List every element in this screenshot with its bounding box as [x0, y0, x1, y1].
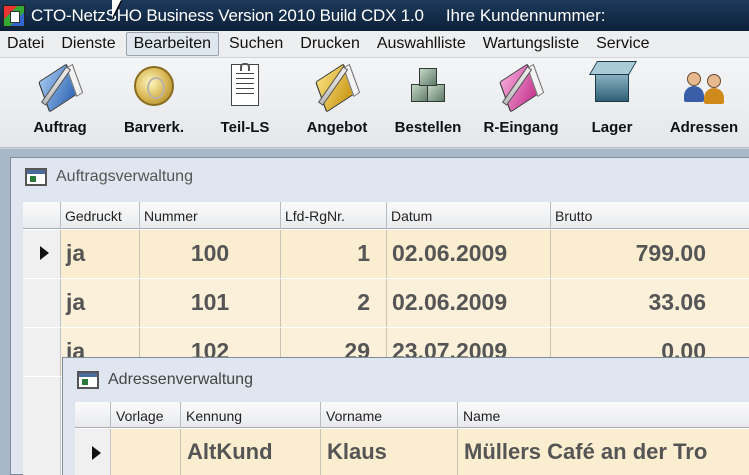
row-selector-header [23, 202, 61, 229]
address-window[interactable]: Adressenverwaltung Vorlage Kennung Vorna… [62, 357, 749, 475]
blue-book-pen-icon [35, 62, 85, 113]
column-header-brutto[interactable]: Brutto [551, 202, 749, 229]
customer-number-label: Ihre Kundennummer: [445, 5, 606, 25]
cubes-icon [403, 62, 453, 112]
column-header-nummer[interactable]: Nummer [140, 202, 281, 229]
cell-vorname[interactable]: Klaus [321, 429, 458, 475]
warehouse-box-icon [587, 62, 637, 112]
cell-nummer[interactable]: 100 [140, 230, 281, 278]
people-icon [679, 62, 729, 112]
menu-service[interactable]: Service [589, 33, 656, 55]
cell-nummer[interactable]: 101 [140, 279, 281, 327]
cell-lfd-rgnr[interactable]: 1 [281, 230, 387, 278]
menu-suchen[interactable]: Suchen [222, 33, 290, 55]
table-row[interactable]: AltKund Klaus Müllers Café an der Tro [75, 429, 749, 475]
column-header-lfd-rgnr[interactable]: Lfd-RgNr. [281, 202, 387, 229]
window-title: CTO-NetzSHO Business Version 2010 Build … [31, 5, 424, 25]
current-row-arrow-icon [92, 446, 101, 460]
row-selector[interactable] [23, 279, 61, 327]
row-selector-empty [23, 377, 61, 475]
cell-name[interactable]: Müllers Café an der Tro [458, 429, 749, 475]
current-row-arrow-icon [40, 246, 49, 260]
toolbar-label: Lager [591, 119, 633, 136]
cell-brutto[interactable]: 799.00 [551, 230, 749, 278]
column-header-datum[interactable]: Datum [387, 202, 551, 229]
toolbar-bestellen-button[interactable]: Bestellen [386, 62, 470, 136]
menu-auswahlliste[interactable]: Auswahlliste [370, 33, 473, 55]
cell-gedruckt[interactable]: ja [61, 279, 140, 327]
toolbar-label: Teil-LS [220, 119, 270, 136]
toolbar-angebot-button[interactable]: Angebot [297, 62, 377, 136]
cell-kennung[interactable]: AltKund [181, 429, 321, 475]
coin-icon [129, 62, 179, 112]
menu-drucken[interactable]: Drucken [293, 33, 367, 55]
row-selector[interactable] [75, 429, 111, 475]
table-row[interactable]: ja 101 2 02.06.2009 33.06 [23, 279, 749, 327]
menu-wartungsliste[interactable]: Wartungsliste [476, 33, 586, 55]
address-grid-header: Vorlage Kennung Vorname Name [75, 402, 749, 428]
address-window-title: Adressenverwaltung [108, 371, 253, 388]
toolbar-barverk-button[interactable]: Barverk. [115, 62, 193, 136]
toolbar: Auftrag Barverk. Teil-LS Angebot Bestell… [0, 58, 749, 148]
cell-brutto[interactable]: 33.06 [551, 279, 749, 327]
toolbar-label: Bestellen [394, 119, 462, 136]
pink-book-pen-icon [496, 62, 546, 113]
toolbar-adressen-button[interactable]: Adressen [660, 62, 748, 136]
orders-grid-header: Gedruckt Nummer Lfd-RgNr. Datum Brutto [23, 202, 749, 229]
orders-window-caption[interactable]: Auftragsverwaltung [11, 158, 749, 196]
toolbar-teil-ls-button[interactable]: Teil-LS [212, 62, 278, 136]
toolbar-label: Adressen [669, 119, 739, 136]
row-selector-header [75, 402, 111, 428]
mouse-cursor-icon [112, 0, 121, 18]
cell-gedruckt[interactable]: ja [61, 230, 140, 278]
menu-dienste[interactable]: Dienste [54, 33, 122, 55]
toolbar-lager-button[interactable]: Lager [582, 62, 642, 136]
cell-datum[interactable]: 02.06.2009 [387, 230, 551, 278]
toolbar-label: Auftrag [33, 119, 87, 136]
toolbar-r-eingang-button[interactable]: R-Eingang [477, 62, 565, 136]
column-header-gedruckt[interactable]: Gedruckt [61, 202, 140, 229]
column-header-vorlage[interactable]: Vorlage [111, 402, 181, 428]
toolbar-label: R-Eingang [483, 119, 559, 136]
cell-datum[interactable]: 02.06.2009 [387, 279, 551, 327]
window-icon [25, 168, 47, 186]
menu-bar: Datei Dienste Bearbeiten Suchen Drucken … [0, 31, 749, 58]
orders-window-title: Auftragsverwaltung [56, 168, 193, 185]
toolbar-label: Barverk. [123, 119, 185, 136]
column-header-kennung[interactable]: Kennung [181, 402, 321, 428]
column-header-name[interactable]: Name [458, 402, 749, 428]
cell-vorlage[interactable] [111, 429, 181, 475]
menu-datei[interactable]: Datei [0, 33, 51, 55]
menu-bearbeiten[interactable]: Bearbeiten [125, 32, 219, 56]
table-row[interactable]: ja 100 1 02.06.2009 799.00 [23, 230, 749, 278]
toolbar-label: Angebot [306, 119, 368, 136]
yellow-book-pen-icon [312, 62, 362, 113]
column-header-vorname[interactable]: Vorname [321, 402, 458, 428]
document-clip-icon [220, 62, 270, 112]
address-grid: Vorlage Kennung Vorname Name AltKund Kla… [75, 402, 749, 475]
window-icon [77, 371, 99, 389]
row-selector[interactable] [23, 328, 61, 376]
row-selector[interactable] [23, 230, 61, 278]
title-bar: CTO-NetzSHO Business Version 2010 Build … [0, 0, 749, 31]
address-window-caption[interactable]: Adressenverwaltung [63, 358, 749, 402]
app-icon[interactable] [3, 4, 25, 27]
cell-lfd-rgnr[interactable]: 2 [281, 279, 387, 327]
toolbar-auftrag-button[interactable]: Auftrag [27, 62, 93, 136]
